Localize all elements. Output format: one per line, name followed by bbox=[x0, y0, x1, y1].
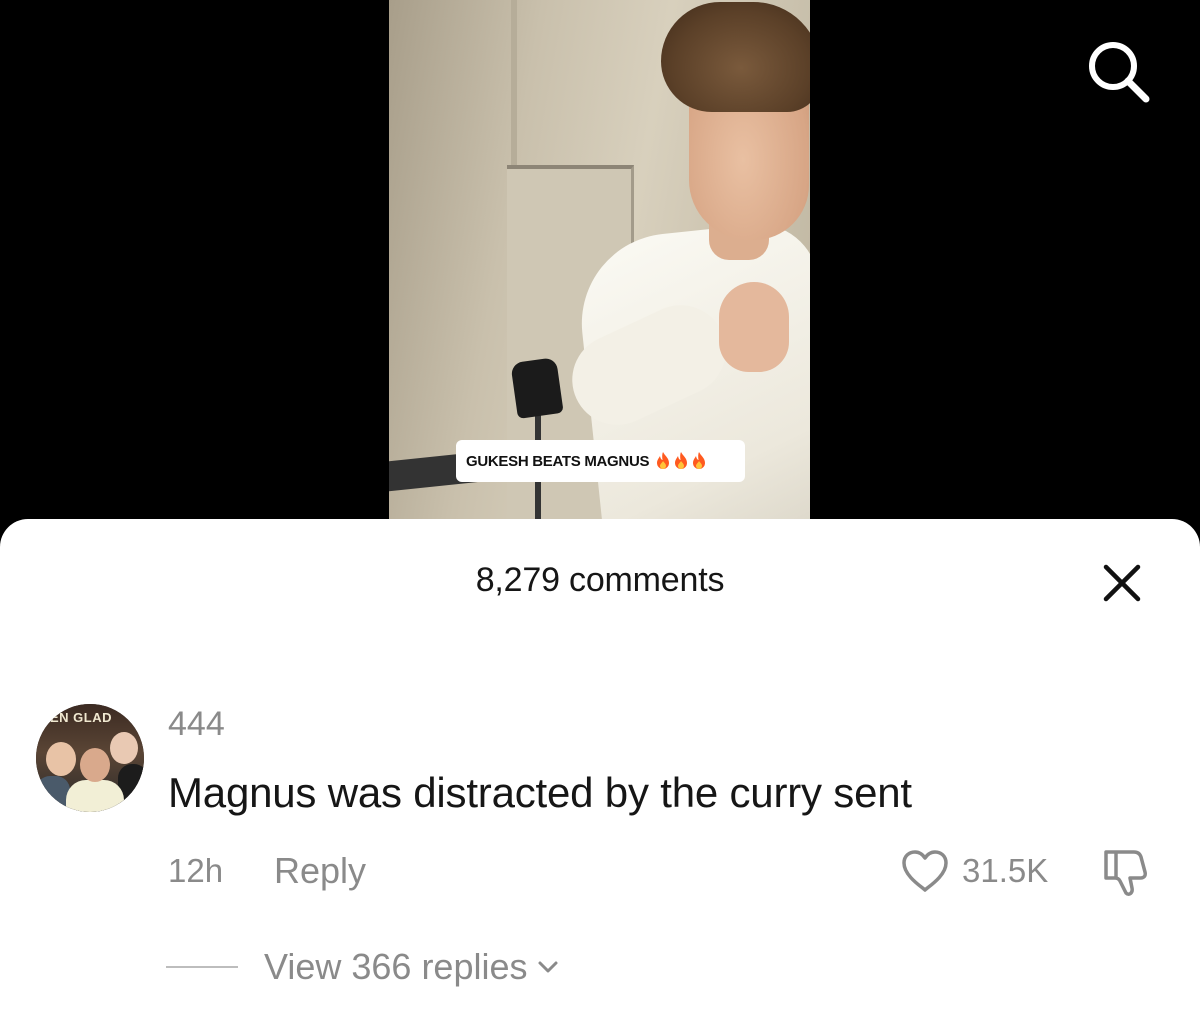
chevron-down-icon bbox=[538, 961, 557, 973]
avatar-person-face bbox=[110, 732, 138, 764]
like-count: 31.5K bbox=[962, 852, 1049, 889]
comment-text: Magnus was distracted by the curry sent bbox=[168, 769, 912, 816]
fire-emojis bbox=[653, 451, 707, 471]
close-button[interactable] bbox=[1098, 559, 1146, 607]
comment-timestamp: 12h bbox=[168, 852, 224, 889]
heart-icon bbox=[902, 850, 948, 892]
view-replies-button[interactable]: View 366 replies bbox=[166, 946, 560, 987]
fire-icon bbox=[675, 452, 688, 469]
view-replies-label: View 366 replies bbox=[264, 946, 528, 987]
replies-divider-line bbox=[166, 966, 238, 968]
fire-icon bbox=[693, 452, 706, 469]
video-caption: GUKESH BEATS MAGNUS bbox=[456, 440, 745, 482]
search-icon bbox=[1089, 42, 1150, 103]
comment-username[interactable]: 444 bbox=[168, 705, 225, 744]
avatar[interactable]: EN GLAD bbox=[36, 704, 144, 812]
dislike-button[interactable] bbox=[1098, 846, 1158, 898]
search-button[interactable] bbox=[1082, 35, 1154, 107]
fire-icon bbox=[657, 452, 670, 469]
avatar-person-body bbox=[36, 776, 70, 812]
video-caption-text: GUKESH BEATS MAGNUS bbox=[466, 452, 650, 470]
wall-seam bbox=[511, 0, 517, 165]
microphone bbox=[510, 357, 564, 419]
person-hair bbox=[661, 2, 810, 112]
comments-count-title: 8,279 comments bbox=[475, 561, 725, 599]
thumbs-down-icon bbox=[1104, 850, 1147, 896]
like-button[interactable]: 31.5K bbox=[900, 847, 1048, 895]
close-icon bbox=[1103, 564, 1141, 602]
reply-button[interactable]: Reply bbox=[274, 850, 366, 892]
avatar-sign-text: EN GLAD bbox=[50, 710, 112, 725]
video-player[interactable]: GUKESH BEATS MAGNUS bbox=[0, 0, 1200, 540]
avatar-person-body bbox=[66, 780, 124, 812]
comments-sheet: 8,279 comments EN GLAD 444 Magnus was di… bbox=[0, 519, 1200, 1020]
avatar-person-face bbox=[80, 748, 110, 782]
person-hand bbox=[719, 282, 789, 372]
avatar-person-face bbox=[46, 742, 76, 776]
